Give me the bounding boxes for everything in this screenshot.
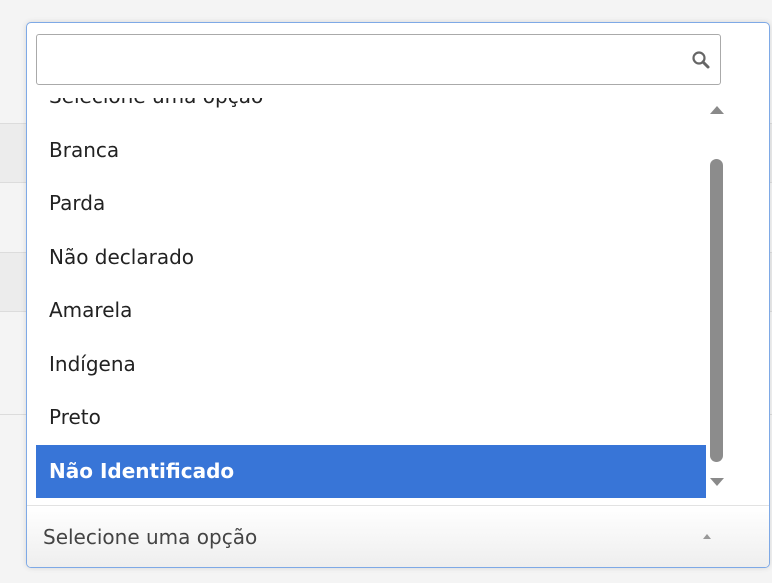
search-field[interactable] <box>36 34 721 85</box>
scroll-down-arrow[interactable] <box>710 478 724 486</box>
scrollbar[interactable] <box>706 98 728 500</box>
selected-value: Selecione uma opção <box>43 525 258 549</box>
options-list[interactable]: Selecione uma opção Branca Parda Não dec… <box>36 98 706 500</box>
scroll-up-arrow[interactable] <box>710 106 724 114</box>
option-item[interactable]: Parda <box>36 177 706 231</box>
option-item[interactable]: Preto <box>36 391 706 445</box>
select-dropdown: Selecione uma opção Branca Parda Não dec… <box>26 22 770 568</box>
option-item[interactable]: Branca <box>36 124 706 178</box>
option-item-highlighted[interactable]: Não Identificado <box>36 444 706 498</box>
option-item[interactable]: Indígena <box>36 338 706 392</box>
option-item[interactable]: Amarela <box>36 284 706 338</box>
option-item[interactable]: Selecione uma opção <box>36 98 706 124</box>
search-icon[interactable] <box>690 49 712 71</box>
caret-up-icon <box>703 534 711 539</box>
scroll-thumb[interactable] <box>710 159 723 462</box>
search-input[interactable] <box>47 35 671 84</box>
select-trigger[interactable]: Selecione uma opção <box>27 505 769 567</box>
option-item[interactable]: Não declarado <box>36 231 706 285</box>
